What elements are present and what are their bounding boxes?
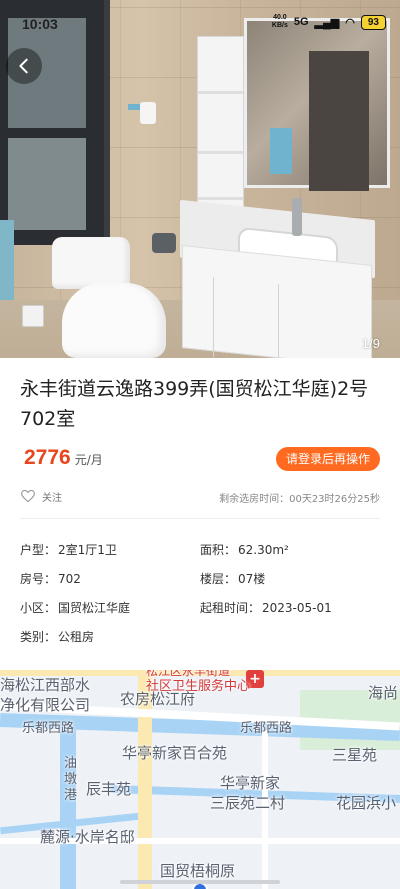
toilet-bowl	[62, 283, 166, 358]
price-unit: 元/月	[74, 453, 103, 467]
mirror-cabinet	[244, 18, 390, 191]
location-map[interactable]: 松江区永丰街道 + 社区卫生服务中心 海松江西部水 净化有限公司 农房松江府 海…	[0, 670, 400, 889]
battery-icon: 93	[360, 14, 386, 30]
signal-icon: ▂▄▆	[314, 16, 340, 29]
window	[0, 0, 110, 245]
attr-floor: 楼层： 07楼	[200, 572, 266, 586]
network-type: 5G	[293, 16, 309, 28]
wall-shelf	[197, 36, 244, 216]
attr-category: 类别： 公租房	[20, 630, 95, 644]
listing-detail-page: 10:03 40.0 KB/s 5G ▂▄▆ ◠ 93 1/9 永丰街道云逸路3…	[0, 0, 400, 889]
canal	[60, 726, 76, 889]
attr-community: 小区： 国贸松江华庭	[20, 601, 131, 615]
photo-counter: 1/9	[361, 336, 380, 351]
faucet	[292, 198, 302, 236]
network-speed: 40.0 KB/s	[271, 14, 288, 29]
listing-title: 永丰街道云逸路399弄(国贸松江华庭)2号702室	[20, 378, 369, 430]
soap-dispenser	[140, 102, 156, 124]
home-indicator[interactable]	[120, 880, 280, 884]
selection-countdown: 剩余选房时间：00天23时26分25秒	[219, 494, 380, 505]
attr-area: 面积： 62.30m²	[200, 543, 289, 557]
wifi-icon: ◠	[345, 16, 355, 29]
follow-label: 关注	[42, 492, 62, 504]
wall-socket	[22, 305, 44, 327]
status-indicators: 40.0 KB/s 5G ▂▄▆ ◠ 93	[272, 14, 386, 30]
paper-holder	[152, 233, 176, 253]
towel-left	[0, 220, 14, 305]
login-to-operate-button[interactable]: 请登录后再操作	[276, 447, 380, 471]
room-photo-carousel[interactable]: 10:03 40.0 KB/s 5G ▂▄▆ ◠ 93 1/9	[0, 0, 400, 358]
vanity-cabinet	[182, 245, 372, 358]
attr-lease-start: 起租时间： 2023-05-01	[200, 601, 332, 615]
attr-room-number: 房号： 702	[20, 572, 81, 586]
back-button[interactable]	[6, 48, 42, 84]
status-time: 10:03	[22, 16, 58, 32]
attr-layout: 户型： 2室1厅1卫	[20, 543, 117, 557]
divider	[20, 518, 380, 519]
follow-button[interactable]: 关注	[20, 488, 62, 504]
toilet-tank	[52, 237, 130, 289]
price-row: 2776 元/月	[24, 446, 103, 470]
towel-right	[270, 128, 292, 174]
price: 2776	[24, 446, 71, 469]
chevron-left-icon	[19, 58, 28, 74]
heart-icon	[21, 489, 35, 503]
